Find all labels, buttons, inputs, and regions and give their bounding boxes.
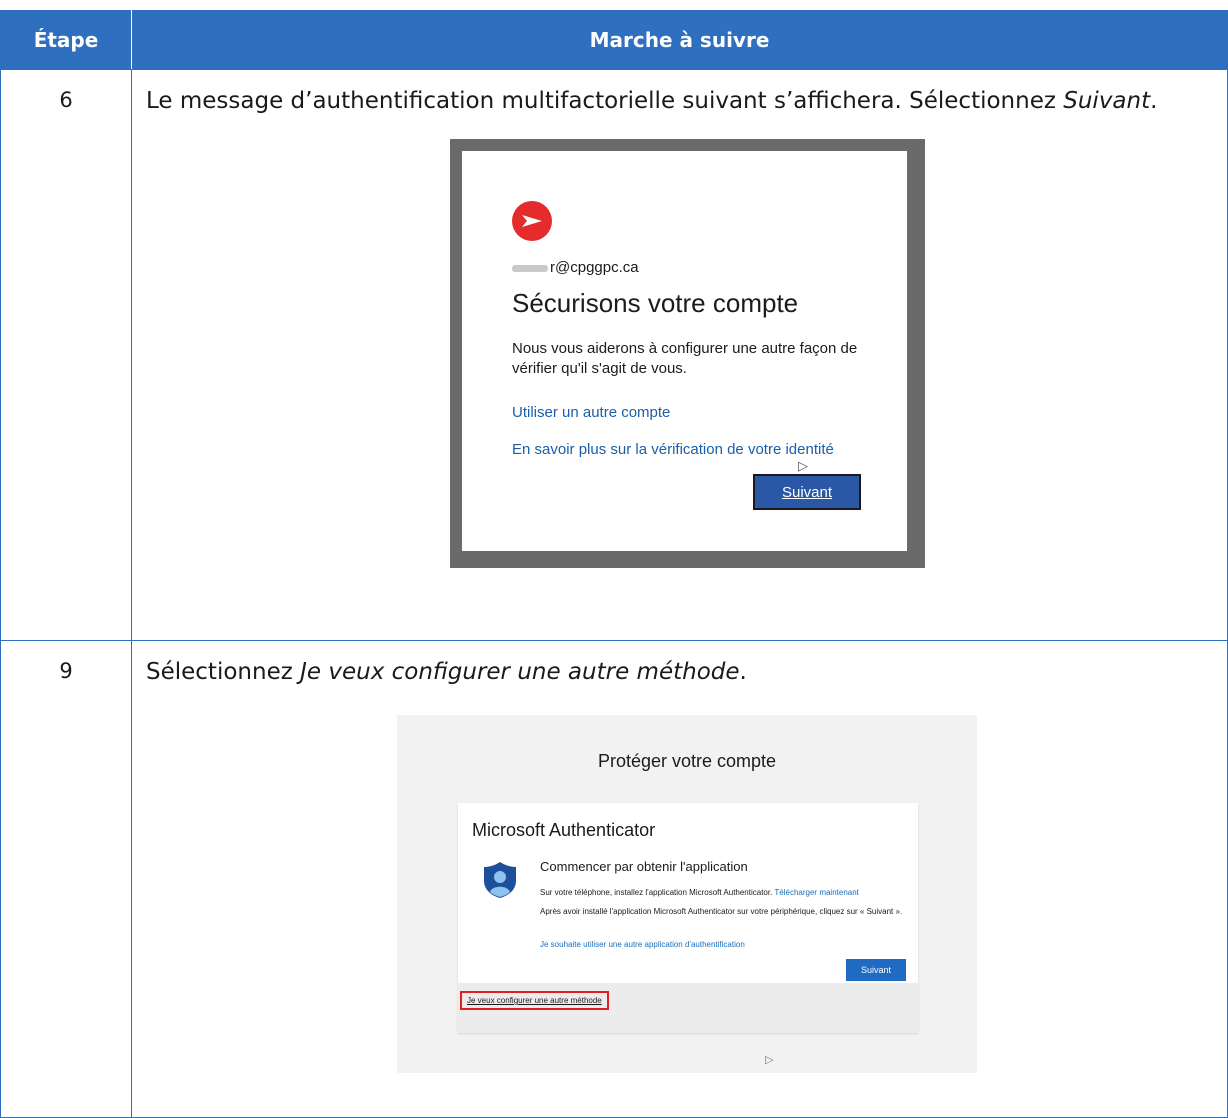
cursor-icon: ▷ (798, 458, 808, 473)
instruction-emphasis: Je veux configurer une autre méthode (300, 659, 740, 685)
install-instructions: Sur votre téléphone, installez l'applica… (540, 888, 859, 897)
instruction-end: . (1150, 88, 1158, 114)
cursor-icon: ▷ (765, 1054, 774, 1066)
other-method-link[interactable]: Je veux configurer une autre méthode (460, 991, 609, 1010)
instruction-text: Sélectionnez (146, 659, 301, 685)
table-header-row: Étape Marche à suivre (0, 10, 1228, 70)
step-content: Le message d’authentification multifacto… (131, 69, 1228, 641)
table-row: 9 Sélectionnez Je veux configurer une au… (0, 640, 1228, 1118)
step-instruction: Sélectionnez Je veux configurer une autr… (132, 641, 1227, 691)
procedure-table: Étape Marche à suivre 6 Le message d’aut… (0, 10, 1228, 1118)
step-number: 6 (0, 69, 132, 641)
table-row: 6 Le message d’authentification multifac… (0, 69, 1228, 641)
instruction-emphasis: Suivant (1063, 88, 1151, 114)
card-heading: Microsoft Authenticator (472, 820, 656, 840)
canada-post-logo-icon (512, 201, 552, 241)
page-title: Protéger votre compte (597, 751, 777, 771)
next-button[interactable]: Suivant (846, 959, 906, 981)
other-auth-app-link[interactable]: Je souhaite utiliser une autre applicati… (540, 940, 745, 949)
card-footer: Je veux configurer une autre méthode (458, 983, 918, 1033)
header-step: Étape (0, 10, 132, 70)
next-button[interactable]: Suivant (753, 474, 861, 510)
instruction-end: . (739, 659, 747, 685)
dialog-title: Sécurisons votre compte (512, 288, 799, 318)
use-other-account-link[interactable]: Utiliser un autre compte (512, 404, 670, 421)
instruction-text: Le message d’authentification multifacto… (146, 88, 1064, 114)
authenticator-card: Microsoft Authenticator Commencer par ob… (458, 803, 918, 983)
step-instruction: Le message d’authentification multifacto… (132, 70, 1227, 120)
download-now-link[interactable]: Télécharger maintenant (774, 888, 859, 897)
screenshot-secure-account: r@cpggpc.ca Sécurisons votre compte Nous… (450, 139, 925, 568)
dialog-description: Nous vous aiderons à configurer une autr… (512, 340, 858, 377)
card-subheading: Commencer par obtenir l'application (540, 859, 748, 874)
microsoft-authenticator-icon (484, 862, 516, 898)
step-content: Sélectionnez Je veux configurer une autr… (131, 640, 1228, 1118)
account-email: r@cpggpc.ca (512, 259, 639, 276)
step-number: 9 (0, 640, 132, 1118)
screenshot-protect-account: Protéger votre compte Microsoft Authenti… (397, 715, 977, 1073)
header-procedure: Marche à suivre (131, 10, 1228, 70)
after-install-instructions: Après avoir installé l'application Micro… (540, 907, 903, 916)
redacted-mask (512, 264, 548, 272)
signin-dialog: r@cpggpc.ca Sécurisons votre compte Nous… (462, 151, 907, 551)
learn-more-link[interactable]: En savoir plus sur la vérification de vo… (512, 441, 834, 458)
